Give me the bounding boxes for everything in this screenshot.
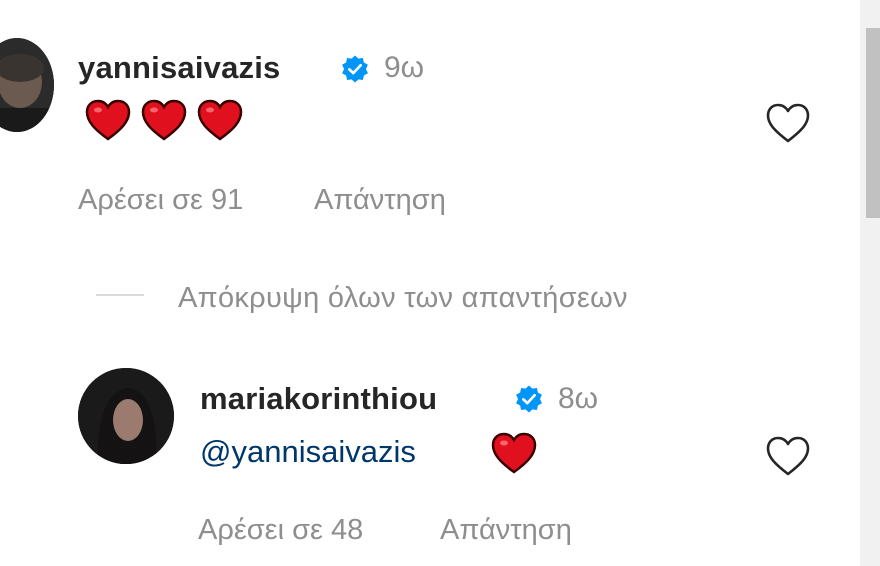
reply-username[interactable]: mariakorinthiou [200,383,437,414]
red-heart-emoji-icon [85,99,131,141]
like-heart-icon[interactable] [764,101,812,145]
comment-likes-count[interactable]: Αρέσει σε 91 [78,186,243,215]
reply-reply-button[interactable]: Απάντηση [440,516,572,545]
comment-timestamp[interactable]: 9ω [384,53,424,83]
comment-reply-button[interactable]: Απάντηση [314,186,446,215]
scrollbar-thumb[interactable] [866,28,880,218]
like-heart-icon[interactable] [764,434,812,478]
red-heart-emoji-icon [491,432,537,474]
verified-badge-icon [342,55,368,83]
reply-timestamp[interactable]: 8ω [558,384,598,414]
verified-badge-icon [516,385,542,413]
comment-username[interactable]: yannisaivazis [78,52,281,83]
hide-replies-button[interactable]: Απόκρυψη όλων των απαντήσεων [178,284,628,313]
red-heart-emoji-icon [197,99,243,141]
avatar-yannisaivazis[interactable] [0,38,54,132]
reply-mention-link[interactable]: @yannisaivazis [200,436,416,467]
avatar-mariakorinthiou[interactable] [78,368,174,464]
reply-likes-count[interactable]: Αρέσει σε 48 [198,516,363,545]
replies-divider [96,294,144,296]
red-heart-emoji-icon [141,99,187,141]
